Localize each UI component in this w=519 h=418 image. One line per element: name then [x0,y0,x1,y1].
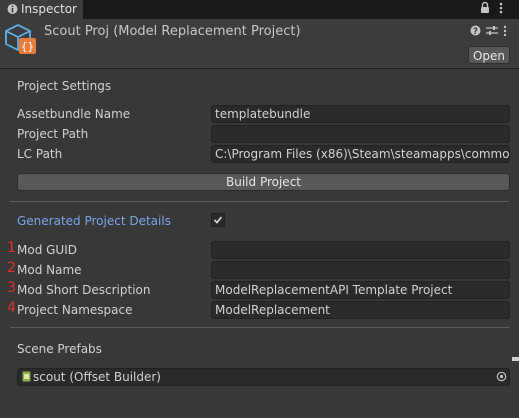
mod-guid-field[interactable] [211,241,510,259]
tab-bar: Inspector [0,0,519,19]
header-divider [0,68,519,69]
checkmark-icon [213,216,223,224]
tab-menu-icon[interactable] [498,1,504,18]
mod-name-label: Mod Name [17,263,82,277]
header-menu-icon[interactable] [502,25,508,40]
scene-prefab-object-field[interactable]: scout (Offset Builder) [17,368,510,386]
annotation-number: 4 [7,300,16,316]
annotation-number: 1 [7,240,16,256]
prefab-icon [22,371,31,385]
assetbundle-name-field[interactable]: templatebundle [211,105,510,123]
tab-inspector[interactable]: Inspector [0,0,83,19]
generated-details-checkbox[interactable] [211,213,225,227]
lc-path-field[interactable]: C:\Program Files (x86)\Steam\steamapps\c… [211,145,510,163]
project-namespace-field[interactable]: ModelReplacement [211,301,510,319]
build-project-button[interactable]: Build Project [17,173,510,191]
annotation-number: 2 [7,260,16,276]
presets-icon[interactable] [486,25,498,39]
project-path-field[interactable] [211,125,510,143]
help-icon[interactable]: ? [470,25,481,39]
page-title: Scout Proj (Model Replacement Project) [44,24,301,39]
info-icon [7,3,18,18]
mod-name-field[interactable] [211,261,510,279]
tab-label: Inspector [21,2,77,16]
section-divider [10,201,509,202]
project-namespace-label: Project Namespace [17,303,133,317]
lock-icon[interactable] [480,1,490,18]
annotation-number: 3 [7,280,16,296]
generated-details-label: Generated Project Details [17,214,171,228]
assetbundle-name-label: Assetbundle Name [17,107,131,121]
mod-short-description-field[interactable]: ModelReplacementAPI Template Project [211,281,510,299]
open-button[interactable]: Open [468,46,510,64]
svg-text:?: ? [473,27,478,36]
mod-guid-label: Mod GUID [17,243,77,257]
svg-text:{}: {} [21,40,34,53]
scriptable-object-icon: {} [4,22,38,59]
scene-prefab-value: scout (Offset Builder) [33,370,161,384]
section-divider [10,327,509,328]
project-path-label: Project Path [17,127,89,141]
lc-path-label: LC Path [17,147,63,161]
inspector-header: {} Scout Proj (Model Replacement Project… [0,19,519,68]
mod-short-description-label: Mod Short Description [17,283,151,297]
project-settings-heading: Project Settings [17,79,112,93]
scrollbar-thumb[interactable] [512,357,519,361]
object-picker-icon[interactable] [496,371,507,385]
scene-prefabs-heading: Scene Prefabs [17,342,102,356]
